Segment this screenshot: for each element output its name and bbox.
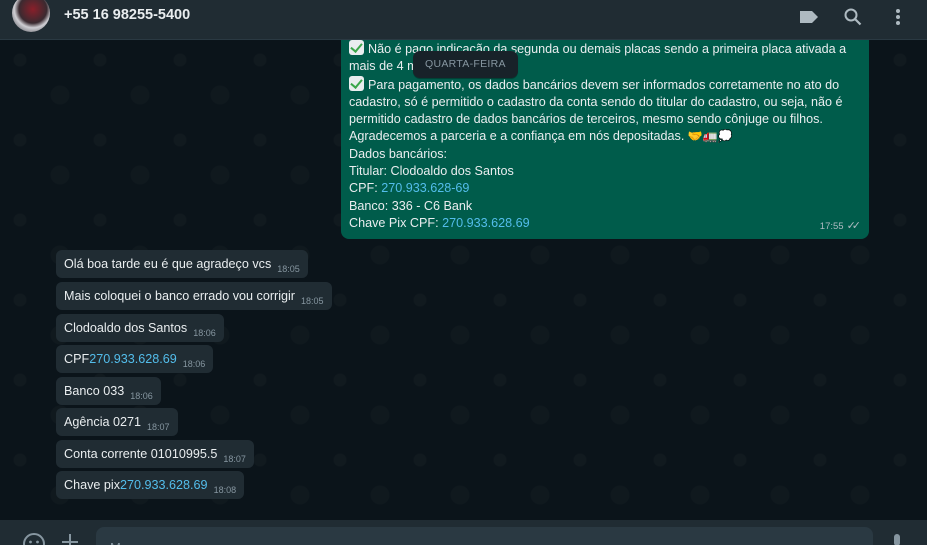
incoming-message[interactable]: Clodoaldo dos Santos 18:06 bbox=[56, 314, 224, 342]
message-time: 17:55 bbox=[819, 220, 844, 232]
incoming-message[interactable]: Conta corrente 01010995.5 18:07 bbox=[56, 440, 254, 468]
message-text: Agência 0271 bbox=[64, 415, 142, 429]
compose-bar bbox=[0, 520, 927, 545]
message-line: Titular: Clodoaldo dos Santos bbox=[349, 164, 514, 179]
message-line: Chave Pix CPF: bbox=[349, 215, 443, 230]
message-text: Banco 033 bbox=[64, 384, 125, 398]
message-time: 18:07 bbox=[223, 453, 246, 464]
emoji-group: 🤝🚛💭 bbox=[687, 129, 733, 144]
cpf-link[interactable]: 270.933.628-69 bbox=[381, 181, 469, 195]
microphone-icon[interactable] bbox=[889, 532, 913, 545]
label-icon[interactable] bbox=[797, 5, 821, 29]
message-link[interactable]: 270.933.628.69 bbox=[89, 352, 177, 366]
incoming-message[interactable]: Mais coloquei o banco errado vou corrigi… bbox=[56, 282, 332, 310]
message-text: Chave pix bbox=[64, 478, 121, 492]
check-mark-icon bbox=[349, 75, 364, 91]
incoming-message[interactable]: Agência 0271 18:07 bbox=[56, 408, 178, 436]
message-time: 18:06 bbox=[130, 390, 153, 401]
message-time: 18:05 bbox=[301, 295, 324, 306]
plus-icon[interactable] bbox=[60, 532, 84, 545]
message-line: Dados bancários: bbox=[349, 146, 448, 161]
message-line: cadastro, só é permitido o cadastro da c… bbox=[349, 94, 843, 109]
emoji-icon[interactable] bbox=[22, 532, 46, 545]
read-ticks-icon: ✓✓ bbox=[846, 219, 862, 232]
avatar[interactable] bbox=[12, 0, 50, 32]
message-text: Clodoaldo dos Santos bbox=[64, 321, 188, 335]
message-line: Agradecemos a parceria e a confiança em … bbox=[349, 129, 685, 144]
message-time: 18:06 bbox=[182, 358, 206, 369]
message-text: Conta corrente 01010995.5 bbox=[64, 447, 218, 461]
message-line: Banco: 336 - C6 Bank bbox=[349, 198, 473, 213]
message-meta: 17:55 ✓✓ bbox=[820, 218, 861, 235]
incoming-message[interactable]: Olá boa tarde eu é que agradeço vcs 18:0… bbox=[56, 250, 308, 278]
message-text: Olá boa tarde eu é que agradeço vcs bbox=[64, 257, 272, 271]
message-time: 18:05 bbox=[277, 263, 300, 274]
contact-name[interactable]: +55 16 98255-5400 bbox=[64, 7, 190, 23]
message-time: 18:06 bbox=[193, 327, 216, 338]
message-link[interactable]: 270.933.628.69 bbox=[120, 478, 208, 492]
chat-header: +55 16 98255-5400 bbox=[0, 0, 927, 40]
incoming-message[interactable]: CPF 270.933.628.69 18:06 bbox=[56, 345, 214, 373]
message-time: 18:08 bbox=[213, 484, 237, 495]
pix-link[interactable]: 270.933.628.69 bbox=[442, 216, 530, 230]
message-text: CPF bbox=[64, 352, 90, 366]
message-time: 18:07 bbox=[147, 421, 170, 432]
message-input[interactable] bbox=[96, 527, 873, 545]
incoming-message[interactable]: Chave pix 270.933.628.69 18:08 bbox=[56, 471, 245, 499]
check-mark-icon bbox=[349, 40, 364, 55]
message-text: Mais coloquei o banco errado vou corrigi… bbox=[64, 289, 296, 303]
day-separator: QUARTA-FEIRA bbox=[413, 51, 518, 78]
menu-icon[interactable] bbox=[886, 5, 910, 29]
search-icon[interactable] bbox=[841, 5, 865, 29]
message-line: Para pagamento, os dados bancários devem… bbox=[368, 77, 840, 92]
chat-messages[interactable]: Não é pago indicação da segunda ou demai… bbox=[0, 40, 927, 520]
message-line: permitido cadastro de dados bancários de… bbox=[349, 112, 823, 127]
message-line: CPF: bbox=[349, 181, 382, 196]
incoming-message[interactable]: Banco 033 18:06 bbox=[56, 377, 161, 405]
